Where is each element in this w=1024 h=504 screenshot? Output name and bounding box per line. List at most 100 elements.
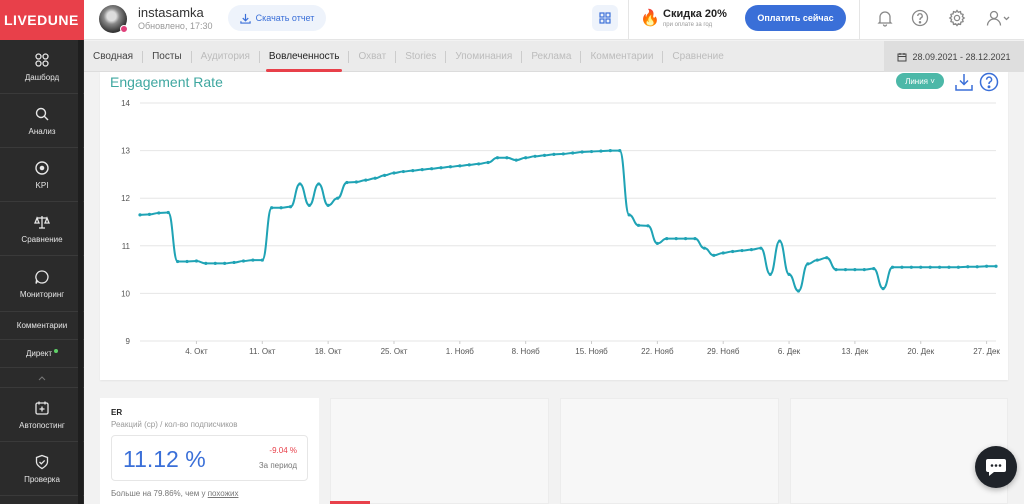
x-tick-label: 4. Окт xyxy=(185,347,208,356)
tab-8[interactable]: Комментарии xyxy=(581,41,662,72)
data-point xyxy=(542,153,547,157)
bell-icon[interactable] xyxy=(876,9,894,27)
data-point xyxy=(636,223,641,227)
discount-subtitle: при оплате за год xyxy=(663,22,713,28)
chat-support-button[interactable] xyxy=(975,446,1017,488)
data-point xyxy=(909,265,913,269)
account-name[interactable]: instasamka xyxy=(138,5,204,20)
data-point xyxy=(693,237,697,241)
data-point xyxy=(843,268,848,272)
data-point xyxy=(251,258,255,262)
x-tick-label: 27. Дек xyxy=(973,347,1000,356)
pay-now-button[interactable]: Оплатить сейчас xyxy=(745,5,846,31)
download-icon xyxy=(239,13,251,24)
data-point xyxy=(834,268,838,272)
tab-7[interactable]: Реклама xyxy=(522,41,580,72)
sidebar-item-kpi[interactable]: KPI xyxy=(0,148,84,202)
tab-list: Сводная Посты Аудитория Вовлеченность Охват S… xyxy=(84,41,733,72)
tab-5[interactable]: Stories xyxy=(396,41,445,72)
er-title: ER xyxy=(111,408,123,417)
sidebar-item-autoposting[interactable]: Автопостинг xyxy=(0,388,84,442)
gear-icon[interactable] xyxy=(948,9,966,27)
tab-3[interactable]: Вовлеченность xyxy=(260,41,349,72)
data-point xyxy=(439,166,443,170)
x-tick-label: 22. Нояб xyxy=(641,347,674,356)
data-point xyxy=(956,265,960,269)
y-tick-label: 11 xyxy=(122,242,131,251)
sidebar-item-check[interactable]: Проверка xyxy=(0,442,84,496)
sidebar-item-label: KPI xyxy=(35,180,49,190)
data-point xyxy=(683,237,688,241)
data-point xyxy=(806,262,810,266)
top-bar: instasamka Обновлено, 17:30 Скачать отче… xyxy=(84,0,1024,40)
data-point xyxy=(580,150,584,154)
data-point xyxy=(194,259,199,263)
data-point xyxy=(589,149,594,154)
data-point xyxy=(890,265,895,269)
data-point xyxy=(345,180,349,185)
sidebar-item-comments[interactable]: Комментарии xyxy=(0,312,84,340)
data-point xyxy=(430,167,434,171)
tab-6[interactable]: Упоминания xyxy=(446,41,521,72)
sidebar-item-label: Проверка xyxy=(24,474,60,484)
data-point xyxy=(373,176,377,180)
user-menu-icon[interactable] xyxy=(986,9,1010,27)
tab-4[interactable]: Охват xyxy=(349,41,395,72)
data-point xyxy=(872,267,876,271)
placeholder-card xyxy=(560,398,779,504)
tab-9[interactable]: Сравнение xyxy=(663,41,732,72)
dashboard-icon xyxy=(35,52,49,67)
placeholder-card xyxy=(330,398,549,504)
data-point xyxy=(524,156,528,160)
sidebar-item-dashboard[interactable]: Дашборд xyxy=(0,40,84,94)
date-range-picker[interactable]: 28.09.2021 - 28.12.2021 xyxy=(884,41,1024,72)
sidebar-item-analysis[interactable]: Анализ xyxy=(0,94,84,148)
data-point xyxy=(646,224,650,228)
similar-accounts-link[interactable]: похожих xyxy=(208,489,239,498)
widgets-button[interactable] xyxy=(592,5,618,31)
data-point xyxy=(147,212,152,216)
data-point xyxy=(749,248,754,252)
er-period-label: За период xyxy=(258,461,297,470)
data-point xyxy=(759,246,763,250)
notification-dot xyxy=(54,348,59,353)
data-point xyxy=(994,264,998,268)
download-report-button[interactable]: Скачать отчет xyxy=(228,5,326,31)
chat-icon xyxy=(986,459,1006,476)
sidebar-collapse[interactable] xyxy=(0,368,84,388)
x-tick-label: 6. Дек xyxy=(778,347,801,356)
data-point xyxy=(241,259,246,263)
data-point xyxy=(712,253,716,257)
shield-check-icon xyxy=(35,454,49,469)
er-change: -9.04 % xyxy=(269,446,297,455)
data-point xyxy=(796,289,801,293)
data-point xyxy=(514,158,518,162)
download-chart-icon[interactable] xyxy=(954,72,974,92)
data-point xyxy=(354,180,358,184)
discount-title: Скидка 20% xyxy=(663,8,727,20)
data-point xyxy=(674,237,678,241)
calendar-plus-icon xyxy=(35,401,49,415)
er-subtitle: Реакций (ср) / кол-во подписчиков xyxy=(111,420,238,429)
x-tick-label: 13. Дек xyxy=(842,347,869,356)
sidebar-item-monitoring[interactable]: Мониторинг xyxy=(0,256,84,312)
data-point xyxy=(288,205,293,209)
data-point xyxy=(420,168,424,172)
sidebar-scrollbar[interactable] xyxy=(78,40,83,504)
placeholder-card xyxy=(790,398,1008,504)
help-circle-icon[interactable] xyxy=(911,9,929,27)
engagement-rate-card: Engagement Rate Линия ˅ 9 10 11 12 13 14 4. Ок… xyxy=(100,72,1008,380)
tab-2[interactable]: Аудитория xyxy=(192,41,259,72)
data-point xyxy=(505,156,509,160)
logo[interactable]: LIVEDUNE xyxy=(0,0,84,40)
sidebar-item-compare[interactable]: Сравнение xyxy=(0,202,84,256)
data-point xyxy=(382,173,387,177)
data-point xyxy=(533,154,537,158)
y-tick-label: 14 xyxy=(121,99,130,108)
help-icon[interactable] xyxy=(979,72,999,92)
chart-type-select[interactable]: Линия ˅ xyxy=(896,73,944,89)
data-point xyxy=(176,259,180,264)
tab-0[interactable]: Сводная xyxy=(84,41,142,72)
sidebar-item-direct[interactable]: Директ xyxy=(0,340,84,368)
tab-1[interactable]: Посты xyxy=(143,41,191,72)
